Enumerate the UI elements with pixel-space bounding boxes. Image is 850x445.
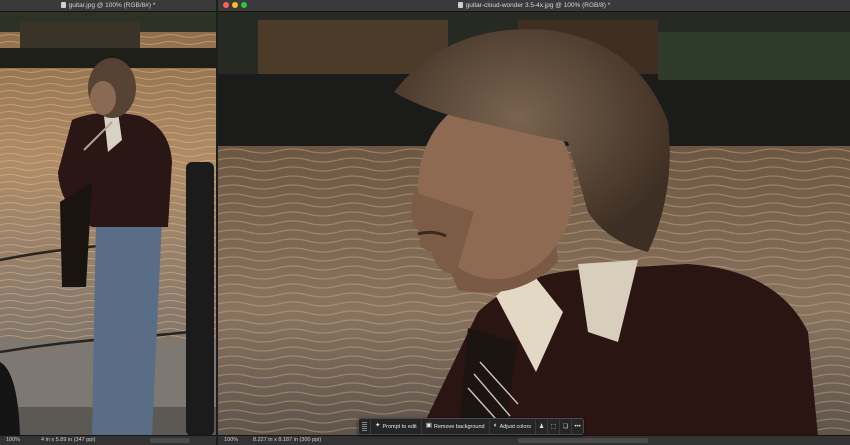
contextual-task-bar[interactable]: ✦ Prompt to edit ▣ Remove background ◐ A… [358, 418, 585, 435]
prompt-to-edit-label: Prompt to edit [382, 423, 417, 430]
adjust-icon: ◐ [493, 422, 498, 430]
drag-handle-icon[interactable] [362, 422, 367, 431]
remove-background-label: Remove background [433, 423, 485, 430]
more-options-icon[interactable]: ••• [571, 419, 583, 434]
status-bar: 100% 4 in x 5.89 in (347 ppi) [0, 435, 216, 445]
window-title: guitar-cloud-wonder 3.5-4x.jpg @ 100% (R… [218, 0, 850, 11]
guitar-photo [0, 12, 216, 436]
window-title-text: guitar.jpg @ 100% (RGB/8#) * [68, 2, 156, 9]
document-window-guitar[interactable]: guitar.jpg @ 100% (RGB/8#) * 100% 4 in x… [0, 0, 216, 445]
adjust-colors-label: Adjust colors [499, 423, 532, 430]
horizontal-scrollbar[interactable] [150, 438, 190, 443]
layers-icon[interactable]: ❏ [559, 419, 571, 434]
remove-background-button[interactable]: ▣ Remove background [420, 419, 489, 434]
window-title-text: guitar-cloud-wonder 3.5-4x.jpg @ 100% (R… [465, 2, 611, 9]
document-window-guitar-cloud-wonder[interactable]: guitar-cloud-wonder 3.5-4x.jpg @ 100% (R… [218, 0, 850, 445]
image-icon: ▣ [425, 422, 432, 430]
document-dimensions[interactable]: 8.227 in x 8.187 in (300 ppi) [253, 436, 321, 445]
guitar-portrait-photo [218, 12, 850, 436]
window-title: guitar.jpg @ 100% (RGB/8#) * [0, 0, 216, 11]
prompt-to-edit-button[interactable]: ✦ Prompt to edit [370, 419, 421, 434]
image-canvas[interactable] [0, 12, 216, 436]
selection-icon[interactable]: ⬚ [547, 419, 559, 434]
sparkle-icon: ✦ [375, 422, 381, 430]
window-titlebar[interactable]: guitar-cloud-wonder 3.5-4x.jpg @ 100% (R… [218, 0, 850, 12]
adjust-colors-button[interactable]: ◐ Adjust colors [488, 419, 535, 434]
person-icon[interactable]: ♟ [535, 419, 547, 434]
document-icon [60, 2, 66, 8]
document-icon [457, 2, 463, 8]
document-dimensions[interactable]: 4 in x 5.89 in (347 ppi) [41, 436, 95, 445]
horizontal-scrollbar[interactable] [518, 438, 648, 443]
status-bar: 100% 8.227 in x 8.187 in (300 ppi) [218, 435, 850, 445]
image-canvas[interactable] [218, 12, 850, 436]
zoom-level[interactable]: 100% [224, 436, 238, 445]
window-titlebar[interactable]: guitar.jpg @ 100% (RGB/8#) * [0, 0, 216, 12]
zoom-level[interactable]: 100% [6, 436, 20, 445]
